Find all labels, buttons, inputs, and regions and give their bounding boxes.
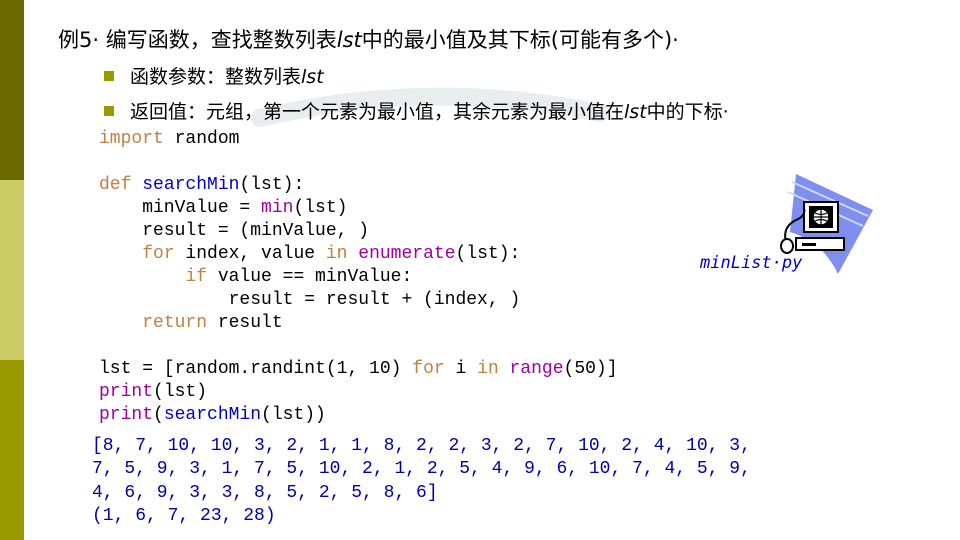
left-accent-bar-bottom — [0, 360, 24, 540]
bullet-label: 函数参数： — [130, 66, 226, 88]
code-line: print(searchMin(lst)) — [99, 405, 326, 425]
bullet-var: lst — [624, 101, 647, 123]
bullet-square-icon — [104, 105, 114, 116]
title-main: 编写函数，查找整数列表 — [105, 28, 337, 52]
code-line: result = (minValue, ) — [99, 221, 370, 241]
output-line: [8, 7, 10, 10, 3, 2, 1, 1, 8, 2, 2, 3, 2… — [92, 436, 751, 456]
code-line: for index, value in enumerate(lst): — [142, 244, 521, 264]
bullet-text: 整数列表 — [225, 66, 302, 88]
bullet-label: 返回值： — [130, 101, 207, 123]
bullet-tail: 中的下标· — [646, 101, 729, 123]
code-line: if value == minValue: — [185, 267, 413, 287]
code-line: lst = [random.randint(1, 10) for i in ra… — [99, 359, 618, 379]
bullet-text: 元组，第一个元素为最小值，其余元素为最小值在 — [206, 101, 625, 123]
output-line: 7, 5, 9, 3, 1, 7, 5, 10, 2, 1, 2, 5, 4, … — [92, 459, 751, 480]
code-line: return result — [142, 313, 283, 333]
output-line: (1, 6, 7, 23, 28) — [92, 505, 276, 526]
program-output: [8, 7, 10, 10, 3, 2, 1, 1, 8, 2, 2, 3, 2… — [92, 435, 751, 528]
code-block: import random def searchMin(lst): minVal… — [99, 128, 618, 427]
code-line: minValue = min(lst) — [99, 198, 348, 218]
title-lst: lst — [336, 28, 362, 52]
left-accent-bar-top — [0, 0, 24, 180]
slide-title: 例5· 编写函数，查找整数列表lst中的最小值及其下标(可能有多个)· — [58, 28, 679, 52]
output-line: 4, 6, 9, 3, 3, 8, 5, 2, 5, 8, 6] — [92, 482, 438, 503]
bullet-parameters: 函数参数：整数列表lst — [104, 62, 324, 89]
code-line: print(lst) — [99, 382, 208, 402]
bullet-var: lst — [301, 66, 324, 88]
bullet-square-icon — [104, 70, 114, 81]
bullet-return-value: 返回值：元组，第一个元素为最小值，其余元素为最小值在lst中的下标· — [104, 97, 729, 124]
file-name-label: minList·py — [700, 253, 803, 273]
code-line: import random — [99, 129, 240, 149]
title-prefix: 例5 — [58, 28, 93, 52]
code-line: def searchMin(lst): — [99, 175, 305, 195]
title-suffix: 中的最小值及其下标(可能有多个)· — [361, 28, 679, 52]
code-line: result = result + (index, ) — [99, 290, 521, 310]
left-accent-bar-middle — [0, 180, 24, 360]
